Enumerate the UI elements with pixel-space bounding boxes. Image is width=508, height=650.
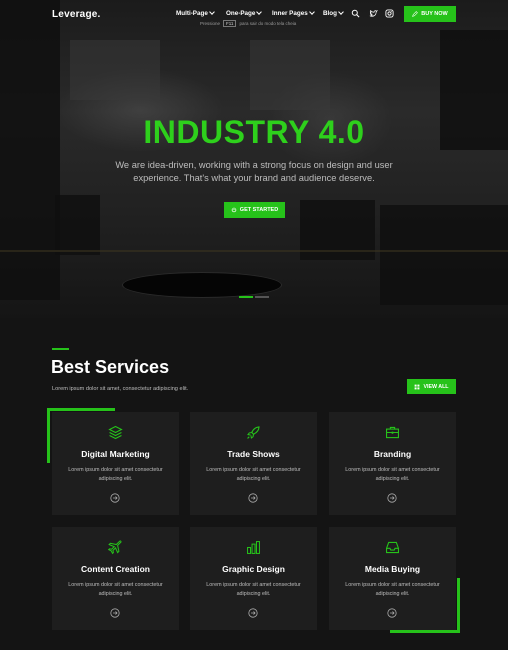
briefcase-icon [385, 426, 400, 439]
search-icon[interactable] [351, 9, 360, 18]
chevron-down-icon [256, 9, 263, 15]
slider-dots [239, 296, 269, 298]
chevron-down-icon [308, 9, 315, 15]
card-description: Lorem ipsum dolor sit amet consectetur a… [206, 467, 301, 482]
buy-now-button[interactable]: BUY NOW [404, 6, 456, 22]
card-title: Branding [373, 449, 412, 459]
rocket-icon [247, 426, 260, 439]
layers-icon [108, 425, 123, 440]
hero-section: INDUSTRY 4.0 We are idea-driven, working… [0, 0, 508, 318]
get-started-label: GET STARTED [239, 207, 279, 213]
get-started-button[interactable]: GET STARTED [224, 202, 285, 218]
arrow-right-icon[interactable] [387, 493, 397, 503]
card-title: Content Creation [81, 564, 150, 574]
arrow-right-icon[interactable] [110, 608, 120, 618]
notice-key: F11 [223, 20, 237, 27]
menu-multi-page[interactable]: Multi-Page [176, 9, 215, 17]
arrow-right-icon[interactable] [248, 608, 258, 618]
hero-description: We are idea-driven, working with a stron… [115, 160, 393, 183]
card-description: Lorem ipsum dolor sit amet consectetur a… [68, 582, 163, 597]
hero-bg-shape [55, 195, 100, 255]
slider-dot[interactable] [255, 296, 269, 298]
card-title: Digital Marketing [81, 449, 150, 459]
inbox-icon [385, 541, 400, 554]
logo[interactable]: Leverage. [52, 9, 101, 20]
arrow-right-icon[interactable] [248, 493, 258, 503]
decor-corner-line [457, 578, 460, 633]
view-all-button[interactable]: VIEW ALL [407, 379, 456, 394]
section-title: Best Services [51, 357, 170, 377]
instagram-icon[interactable] [385, 9, 394, 18]
power-icon [231, 207, 237, 213]
menu-label: Inner Pages [272, 10, 308, 17]
menu-blog[interactable]: Blog [323, 9, 344, 17]
service-card-trade-shows[interactable]: Trade Shows Lorem ipsum dolor sit amet c… [190, 412, 317, 515]
airplane-icon [107, 540, 122, 555]
service-card-branding[interactable]: Branding Lorem ipsum dolor sit amet cons… [329, 412, 456, 515]
decor-corner-line [47, 408, 50, 463]
card-title: Graphic Design [222, 564, 285, 574]
hero-bg-shape [380, 205, 508, 305]
notice-text: para sair do modo tela cheia [239, 21, 297, 26]
section-accent-line [52, 348, 69, 350]
service-card-digital-marketing[interactable]: Digital Marketing Lorem ipsum dolor sit … [52, 412, 179, 515]
view-all-label: VIEW ALL [423, 383, 449, 390]
chevron-down-icon [338, 9, 344, 15]
arrow-right-icon[interactable] [387, 608, 397, 618]
bar-chart-icon [247, 541, 260, 554]
top-navigation: Leverage. Multi-Page One-Page Inner Page… [0, 0, 508, 30]
chevron-down-icon [209, 9, 215, 15]
service-card-content-creation[interactable]: Content Creation Lorem ipsum dolor sit a… [52, 527, 179, 630]
card-description: Lorem ipsum dolor sit amet consectetur a… [345, 582, 440, 597]
menu-label: Multi-Page [176, 10, 208, 17]
menu-inner-pages[interactable]: Inner Pages [272, 9, 315, 17]
decor-corner-line [390, 630, 460, 633]
card-description: Lorem ipsum dolor sit amet consectetur a… [345, 467, 440, 482]
service-card-graphic-design[interactable]: Graphic Design Lorem ipsum dolor sit ame… [190, 527, 317, 630]
notice-text: Pressione [200, 21, 221, 26]
hero-bg-shape [250, 40, 330, 110]
card-title: Trade Shows [227, 449, 280, 459]
card-title: Media Buying [364, 564, 421, 574]
slider-dot[interactable] [239, 296, 253, 298]
service-card-media-buying[interactable]: Media Buying Lorem ipsum dolor sit amet … [329, 527, 456, 630]
menu-label: Blog [323, 10, 337, 17]
menu-one-page[interactable]: One-Page [226, 9, 263, 17]
decor-corner-line [47, 408, 115, 411]
fullscreen-notice: Pressione F11 para sair do modo tela che… [200, 20, 296, 27]
card-description: Lorem ipsum dolor sit amet consectetur a… [68, 467, 163, 482]
grid-icon [415, 384, 420, 389]
twitter-icon[interactable] [369, 9, 378, 18]
section-subtitle: Lorem ipsum dolor sit amet, consectetur … [52, 386, 189, 392]
card-description: Lorem ipsum dolor sit amet consectetur a… [206, 582, 301, 597]
hero-bg-shape [70, 40, 160, 100]
hero-platform [122, 272, 282, 298]
buy-now-label: BUY NOW [421, 11, 448, 17]
pencil-icon [412, 11, 419, 17]
hero-floor-line [0, 250, 508, 252]
hero-title: INDUSTRY 4.0 [143, 114, 365, 150]
arrow-right-icon[interactable] [110, 493, 120, 503]
menu-label: One-Page [226, 10, 256, 17]
